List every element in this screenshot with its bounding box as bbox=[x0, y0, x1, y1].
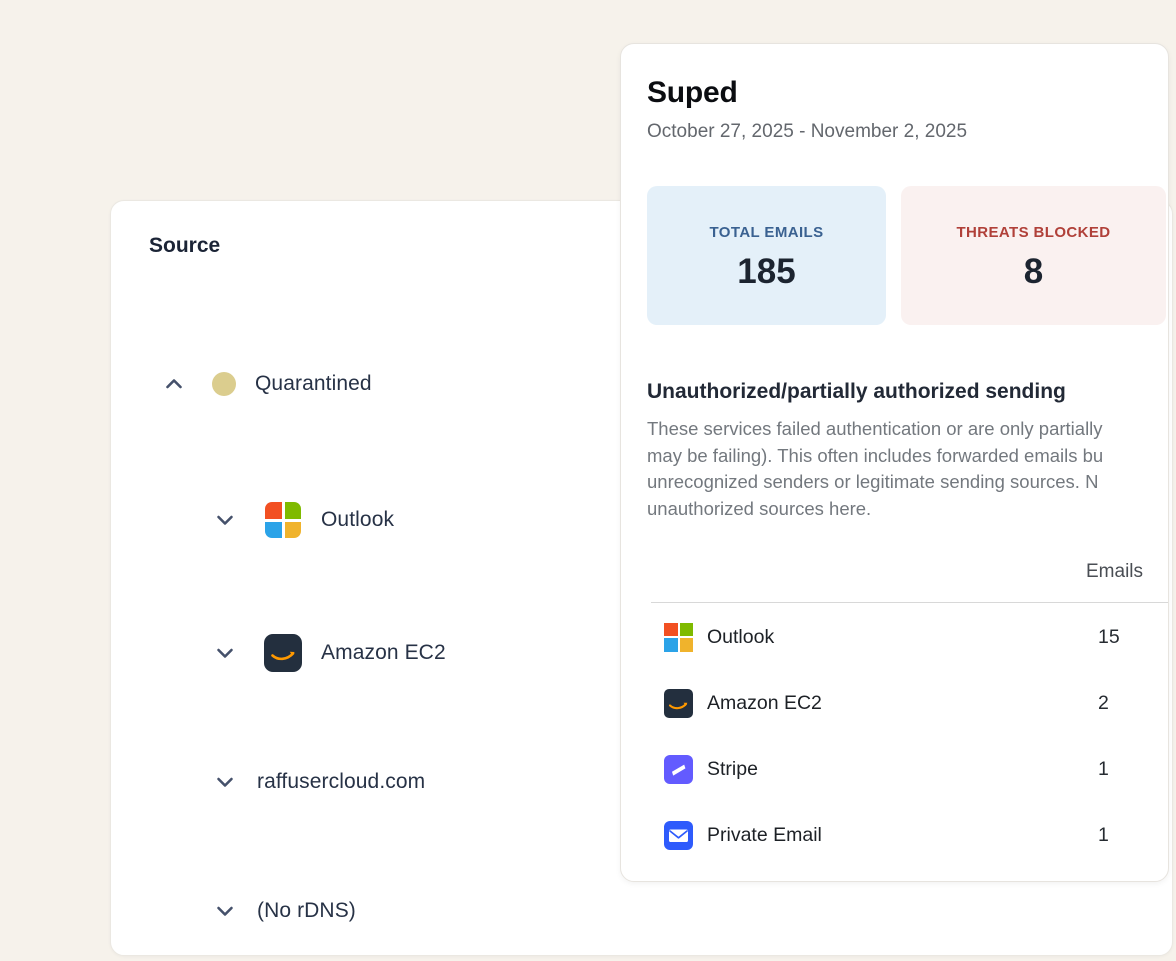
stat-card-threats-blocked: THREATS BLOCKED 8 bbox=[901, 186, 1166, 325]
table-row-private-email: Private Email 1 bbox=[664, 802, 1168, 868]
table-divider bbox=[651, 602, 1169, 603]
tree-item-quarantined[interactable]: Quarantined bbox=[161, 367, 372, 401]
chevron-down-icon[interactable] bbox=[212, 898, 238, 924]
quarantined-status-dot-icon bbox=[212, 372, 236, 396]
chevron-up-icon[interactable] bbox=[161, 371, 187, 397]
envelope-icon bbox=[664, 821, 693, 850]
stat-value: 185 bbox=[647, 252, 886, 292]
table-row-stripe: Stripe 1 bbox=[664, 736, 1168, 802]
description-line: These services failed authentication or … bbox=[647, 416, 1103, 443]
service-name: Amazon EC2 bbox=[707, 692, 822, 715]
microsoft-logo-icon bbox=[264, 501, 302, 539]
table-row-outlook: Outlook 15 bbox=[664, 604, 1168, 670]
report-title: Suped bbox=[647, 76, 738, 110]
section-heading: Unauthorized/partially authorized sendin… bbox=[647, 380, 1066, 404]
tree-item-raffusercloud[interactable]: raffusercloud.com bbox=[212, 765, 425, 799]
tree-item-label: Outlook bbox=[321, 508, 394, 532]
stat-label: THREATS BLOCKED bbox=[901, 224, 1166, 241]
dashboard-background: Source Quarantined Outlook bbox=[0, 0, 1176, 961]
chevron-down-icon[interactable] bbox=[212, 640, 238, 666]
tree-item-label: raffusercloud.com bbox=[257, 770, 425, 794]
table-row-amazon-ec2: Amazon EC2 2 bbox=[664, 670, 1168, 736]
stats-row: TOTAL EMAILS 185 THREATS BLOCKED 8 bbox=[647, 186, 1166, 325]
tree-item-no-rdns[interactable]: (No rDNS) bbox=[212, 894, 356, 928]
services-table: Outlook 15 Amazon EC2 2 bbox=[664, 604, 1168, 868]
stat-label: TOTAL EMAILS bbox=[647, 224, 886, 241]
tree-item-label: Quarantined bbox=[255, 372, 372, 396]
microsoft-logo-icon bbox=[664, 623, 693, 652]
service-name: Private Email bbox=[707, 824, 822, 847]
report-date-range: October 27, 2025 - November 2, 2025 bbox=[647, 121, 967, 143]
description-line: unrecognized senders or legitimate sendi… bbox=[647, 469, 1103, 496]
emails-column-header: Emails bbox=[1086, 561, 1143, 583]
service-email-count: 1 bbox=[1098, 758, 1109, 781]
service-name: Stripe bbox=[707, 758, 758, 781]
description-line: may be failing). This often includes for… bbox=[647, 443, 1103, 470]
service-email-count: 2 bbox=[1098, 692, 1109, 715]
tree-item-amazon-ec2[interactable]: Amazon EC2 bbox=[212, 630, 446, 676]
amazon-logo-icon bbox=[664, 689, 693, 718]
suped-report-panel: Suped October 27, 2025 - November 2, 202… bbox=[620, 43, 1169, 882]
tree-item-label: (No rDNS) bbox=[257, 899, 356, 923]
stat-card-total-emails: TOTAL EMAILS 185 bbox=[647, 186, 886, 325]
source-panel-title: Source bbox=[149, 234, 220, 258]
service-email-count: 1 bbox=[1098, 824, 1109, 847]
service-email-count: 15 bbox=[1098, 626, 1120, 649]
amazon-logo-icon bbox=[264, 634, 302, 672]
tree-item-outlook[interactable]: Outlook bbox=[212, 497, 394, 543]
section-description: These services failed authentication or … bbox=[647, 416, 1103, 522]
stripe-logo-icon bbox=[664, 755, 693, 784]
chevron-down-icon[interactable] bbox=[212, 769, 238, 795]
chevron-down-icon[interactable] bbox=[212, 507, 238, 533]
stat-value: 8 bbox=[901, 252, 1166, 292]
tree-item-label: Amazon EC2 bbox=[321, 641, 446, 665]
description-line: unauthorized sources here. bbox=[647, 496, 1103, 523]
service-name: Outlook bbox=[707, 626, 774, 649]
